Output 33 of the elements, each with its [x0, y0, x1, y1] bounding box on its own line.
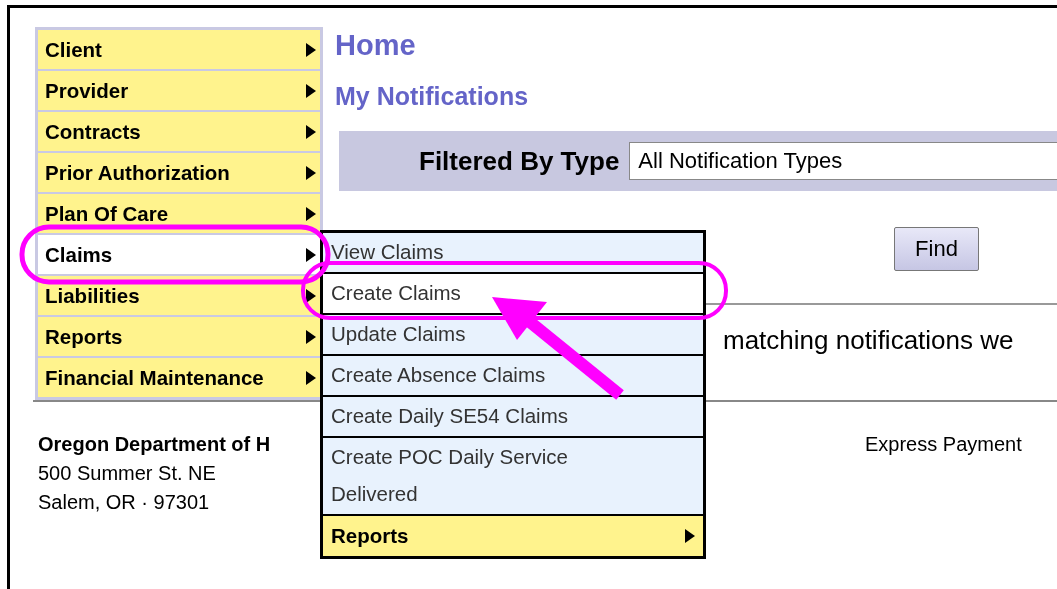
menu-item[interactable]: Create Claims — [323, 274, 703, 313]
triangle-right-icon — [306, 370, 316, 385]
address-line: 500 Summer St. NE — [38, 461, 217, 486]
find-button[interactable]: Find — [894, 227, 979, 271]
footer-text: Express Payment — [865, 432, 1023, 457]
type-dropdown[interactable]: All Notification Types — [629, 142, 1057, 180]
menu-item[interactable]: Create Daily SE54 Claims — [323, 397, 703, 436]
sidebar-item[interactable]: Prior Authorization — [38, 153, 320, 192]
sidebar-item[interactable]: Provider — [38, 71, 320, 110]
sidebar-item[interactable]: Plan Of Care — [38, 194, 320, 233]
sidebar-item[interactable]: Financial Maintenance — [38, 358, 320, 397]
menu-item[interactable]: Create POC Daily Service Delivered — [323, 438, 703, 514]
triangle-right-icon — [306, 288, 316, 303]
organization-name: Oregon Department of H — [38, 432, 271, 457]
triangle-right-icon — [306, 206, 316, 221]
filter-label: Filtered By Type — [419, 145, 620, 177]
triangle-right-icon — [306, 42, 316, 57]
triangle-right-icon — [306, 165, 316, 180]
triangle-right-icon — [306, 124, 316, 139]
submenu-item[interactable]: Reports — [323, 516, 703, 556]
sidebar-item[interactable]: Claims — [38, 235, 320, 274]
sidebar-item[interactable]: Reports — [38, 317, 320, 356]
triangle-right-icon — [306, 83, 316, 98]
sidebar-item[interactable]: Contracts — [38, 112, 320, 151]
menu-item[interactable]: Create Absence Claims — [323, 356, 703, 395]
triangle-right-icon — [306, 329, 316, 344]
triangle-right-icon — [306, 247, 316, 262]
triangle-right-icon — [685, 529, 695, 543]
sidebar-item[interactable]: Client — [38, 30, 320, 69]
address-line: Salem, OR · 97301 — [38, 490, 211, 515]
page-title: Home — [335, 28, 417, 63]
empty-message: matching notifications we — [723, 325, 1014, 355]
section-title: My Notifications — [335, 81, 530, 111]
